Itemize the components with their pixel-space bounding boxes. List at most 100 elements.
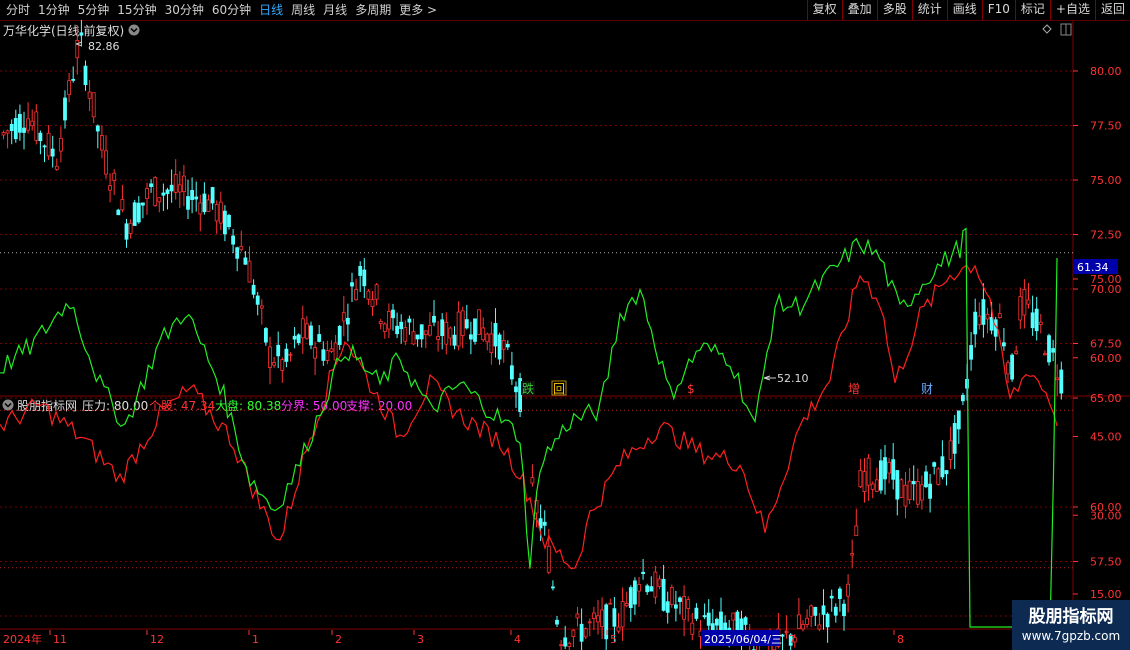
multi-stock-button[interactable]: 多股 — [876, 0, 912, 20]
candle-body — [743, 617, 748, 625]
candle-body — [206, 199, 211, 212]
candle-body — [706, 612, 711, 626]
marker-dollar[interactable]: $ — [687, 382, 695, 396]
price-axis-label: 57.50 — [1090, 556, 1122, 569]
chevron-down-icon[interactable] — [128, 24, 140, 36]
candle-body — [1047, 335, 1051, 363]
indicator-pressure: 压力: 80.00 — [82, 399, 148, 413]
diamond-icon[interactable] — [1042, 24, 1052, 34]
tab-fenshi[interactable]: 分时 — [2, 1, 34, 19]
tab-daily[interactable]: 日线 — [255, 1, 287, 19]
candle-body — [874, 479, 879, 492]
tab-more[interactable]: 更多 > — [395, 1, 441, 19]
candle-body — [419, 324, 424, 340]
marker-finance[interactable]: 财 — [921, 382, 933, 396]
candle-body — [1030, 312, 1035, 329]
candle-body — [112, 172, 117, 181]
candle-body — [661, 578, 666, 611]
indicator-divider: 分界: 50.00 — [281, 399, 347, 413]
tab-multi-period[interactable]: 多周期 — [351, 1, 395, 19]
candle-body — [583, 628, 588, 638]
candle-body — [280, 359, 285, 371]
candle-body — [797, 614, 801, 629]
tab-1min[interactable]: 1分钟 — [34, 1, 74, 19]
candle-body — [157, 197, 162, 203]
stock-indicator-line — [0, 264, 1058, 570]
chart-area[interactable]: 万华化学(日线,前复权) 80.0077.5075.0072.5070.0067… — [0, 20, 1130, 650]
restore-rights-button[interactable]: 复权 — [806, 0, 842, 20]
market-indicator-line — [0, 227, 1058, 633]
candle-body — [427, 325, 432, 336]
candle-body — [9, 123, 14, 132]
marker-return[interactable]: 回 — [553, 382, 565, 396]
candle-body — [485, 333, 490, 343]
candle-body — [272, 362, 277, 366]
candle-body — [850, 553, 855, 556]
draw-line-button[interactable]: 画线 — [946, 0, 982, 20]
indicator-axis-label: 30.00 — [1090, 509, 1122, 522]
candle-body — [575, 613, 580, 619]
add-watchlist-button[interactable]: +自选 — [1049, 0, 1095, 20]
tab-15min[interactable]: 15分钟 — [113, 1, 160, 19]
price-axis-label: 80.00 — [1090, 65, 1122, 78]
candle-body — [5, 130, 10, 134]
tab-30min[interactable]: 30分钟 — [161, 1, 208, 19]
candle-body — [911, 480, 916, 485]
candle-body — [255, 295, 260, 305]
candle-body — [227, 214, 231, 228]
candle-body — [948, 440, 953, 460]
marker-increase[interactable]: 增 — [848, 382, 860, 396]
candle-body — [432, 315, 436, 323]
candle-body — [985, 313, 990, 320]
time-label-feb: 2 — [335, 633, 342, 646]
candle-body — [616, 626, 621, 632]
tab-5min[interactable]: 5分钟 — [74, 1, 114, 19]
price-axis-label: 77.50 — [1090, 120, 1122, 133]
marker-fall[interactable]: 跌 — [522, 381, 534, 396]
candle-body — [932, 462, 937, 467]
f10-button[interactable]: F10 — [981, 0, 1015, 20]
candle-body — [329, 348, 334, 352]
candle-body — [920, 484, 924, 501]
tab-60min[interactable]: 60分钟 — [208, 1, 255, 19]
watermark-logo: 股朋指标网 www.7gpzb.com — [1012, 600, 1130, 650]
candle-body — [686, 599, 691, 609]
candle-body — [1034, 308, 1039, 332]
overlay-button[interactable]: 叠加 — [841, 0, 877, 20]
candle-body — [624, 603, 629, 607]
candle-body — [173, 174, 178, 193]
candle-body — [813, 606, 818, 616]
candle-body — [563, 637, 568, 647]
candle-body — [333, 342, 338, 361]
candle-body — [317, 334, 322, 342]
candle-body — [501, 340, 506, 350]
candle-body — [838, 588, 842, 599]
candle-body — [555, 619, 559, 625]
candle-body — [846, 583, 850, 597]
mark-button[interactable]: 标记 — [1014, 0, 1050, 20]
tab-weekly[interactable]: 周线 — [287, 1, 319, 19]
candle-body — [186, 196, 190, 210]
chevron-down-icon[interactable] — [2, 399, 14, 411]
candle-body — [559, 644, 563, 647]
candle-body — [530, 477, 535, 484]
indicator-axis-label: 75.00 — [1090, 273, 1122, 286]
tab-monthly[interactable]: 月线 — [319, 1, 351, 19]
back-button[interactable]: 返回 — [1094, 0, 1130, 20]
statistics-button[interactable]: 统计 — [911, 0, 947, 20]
candle-body — [415, 334, 420, 340]
candle-body — [358, 266, 363, 276]
candle-body — [108, 185, 112, 191]
watermark-title: 股朋指标网 — [1028, 607, 1114, 627]
candle-body — [678, 597, 682, 603]
candle-body — [63, 97, 67, 121]
candle-body — [218, 201, 223, 224]
candle-body — [505, 343, 510, 348]
candle-body — [903, 484, 908, 507]
candle-body — [87, 91, 92, 99]
candle-body — [300, 318, 305, 339]
candle-body — [600, 609, 604, 628]
candle-body — [587, 621, 592, 624]
candle-body — [54, 165, 59, 170]
candle-body — [715, 618, 719, 626]
